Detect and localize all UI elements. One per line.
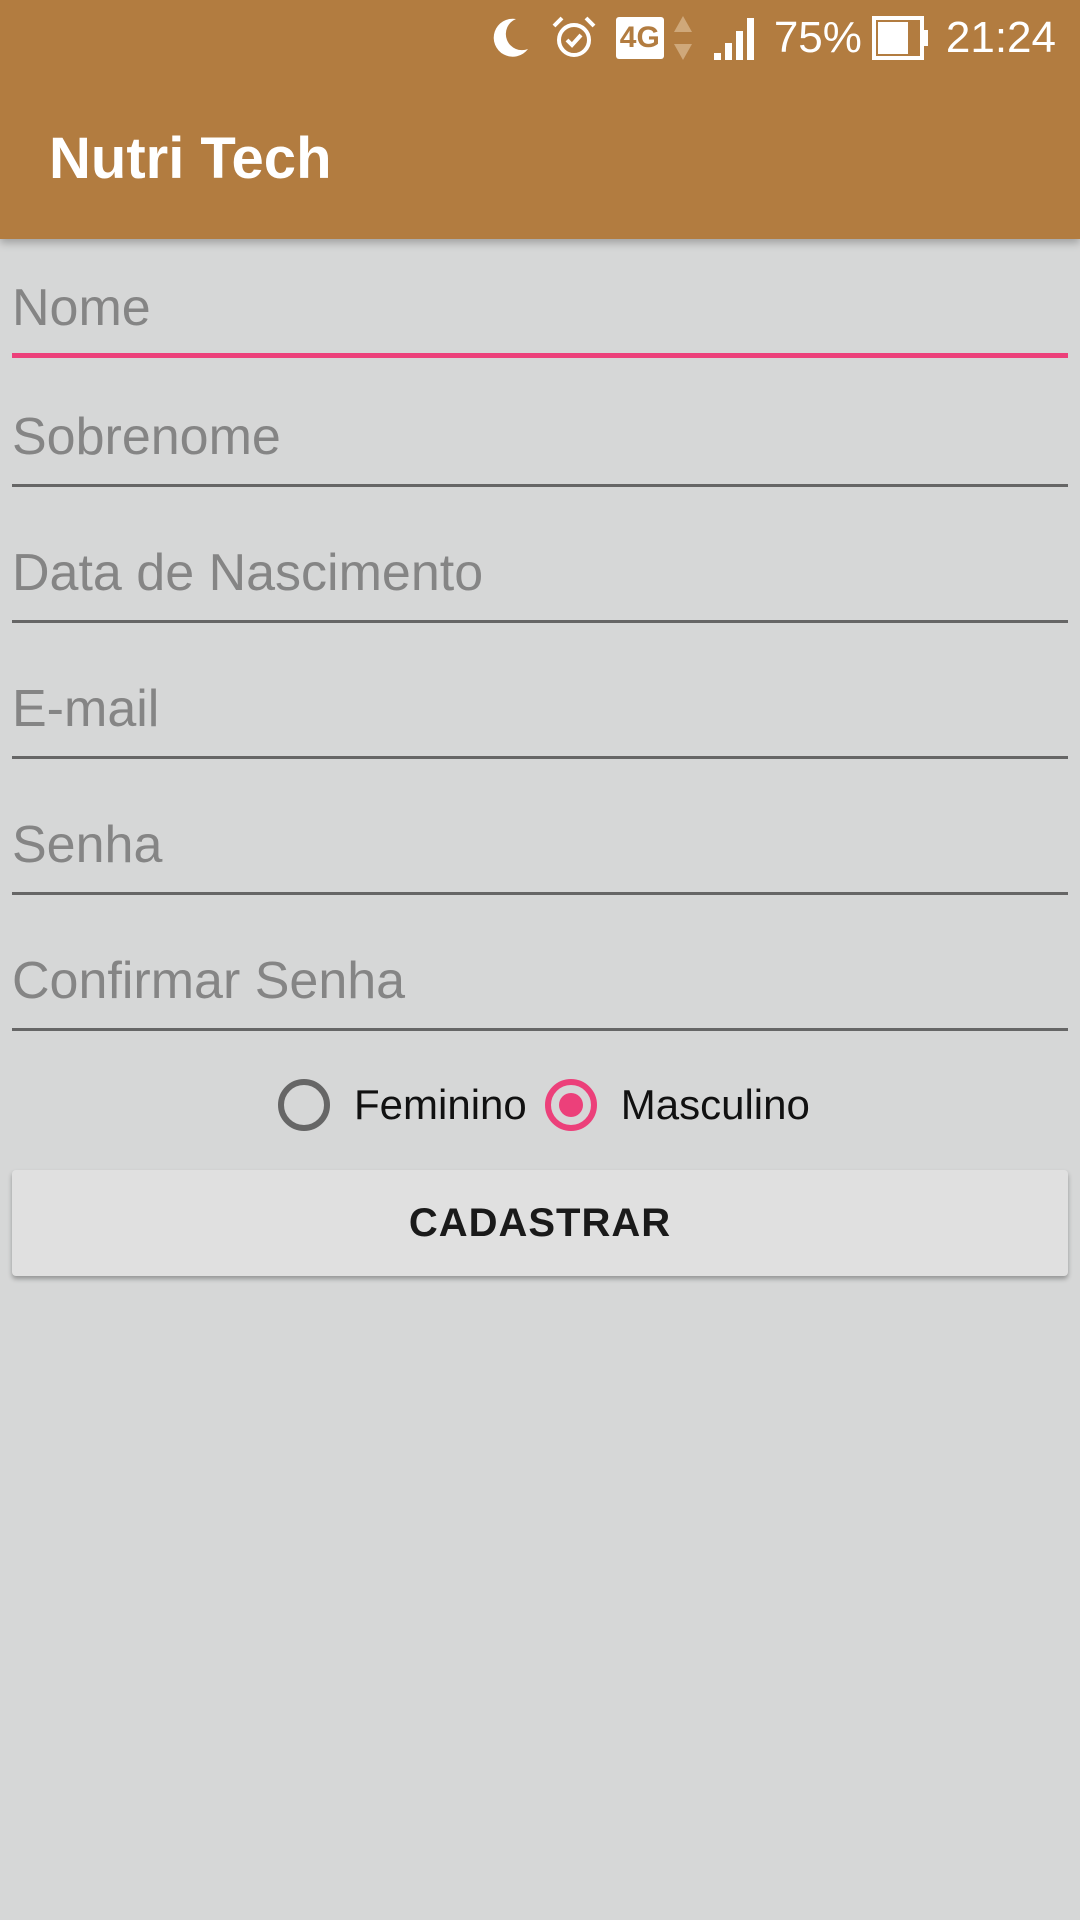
sobrenome-input[interactable]	[12, 397, 1068, 477]
field-underline	[12, 353, 1068, 358]
battery-icon	[871, 16, 930, 60]
field-underline	[12, 620, 1068, 623]
field-underline	[12, 1028, 1068, 1031]
data-nascimento-field[interactable]	[12, 533, 1068, 623]
confirmar-senha-input[interactable]	[12, 941, 1068, 1021]
radio-label-masculino: Masculino	[620, 1081, 810, 1128]
senha-field[interactable]	[12, 805, 1068, 895]
senha-input[interactable]	[12, 805, 1068, 885]
status-bar: 4G 75% 21:24	[468, 8, 1056, 68]
alarm-icon	[550, 14, 598, 62]
email-field[interactable]	[12, 669, 1068, 759]
data-arrows-icon	[672, 14, 694, 62]
clock: 21:24	[945, 13, 1056, 62]
moon-icon	[486, 15, 532, 61]
nome-field[interactable]	[12, 268, 1068, 358]
cadastrar-button[interactable]: CADASTRAR	[12, 1170, 1068, 1276]
radio-checked-icon[interactable]	[544, 1079, 597, 1131]
radio-unchecked-icon[interactable]	[278, 1079, 330, 1131]
app-bar: 4G 75% 21:24 Nutri Tech	[0, 0, 1080, 239]
field-underline	[12, 756, 1068, 759]
radio-masculino[interactable]: Masculino	[544, 1079, 828, 1131]
field-underline	[12, 892, 1068, 895]
data-nascimento-input[interactable]	[12, 533, 1068, 613]
app-title: Nutri Tech	[49, 126, 332, 191]
network-4g-badge: 4G	[615, 17, 664, 59]
signal-icon	[712, 15, 758, 61]
field-underline	[12, 484, 1068, 487]
gender-radio-group: Feminino Masculino	[278, 1070, 828, 1140]
confirmar-senha-field[interactable]	[12, 941, 1068, 1031]
radio-feminino[interactable]: Feminino	[278, 1079, 545, 1131]
radio-label-feminino: Feminino	[354, 1081, 527, 1128]
battery-percent: 75%	[773, 13, 862, 62]
nome-input[interactable]	[12, 268, 1068, 348]
sobrenome-field[interactable]	[12, 397, 1068, 487]
email-input[interactable]	[12, 669, 1068, 749]
